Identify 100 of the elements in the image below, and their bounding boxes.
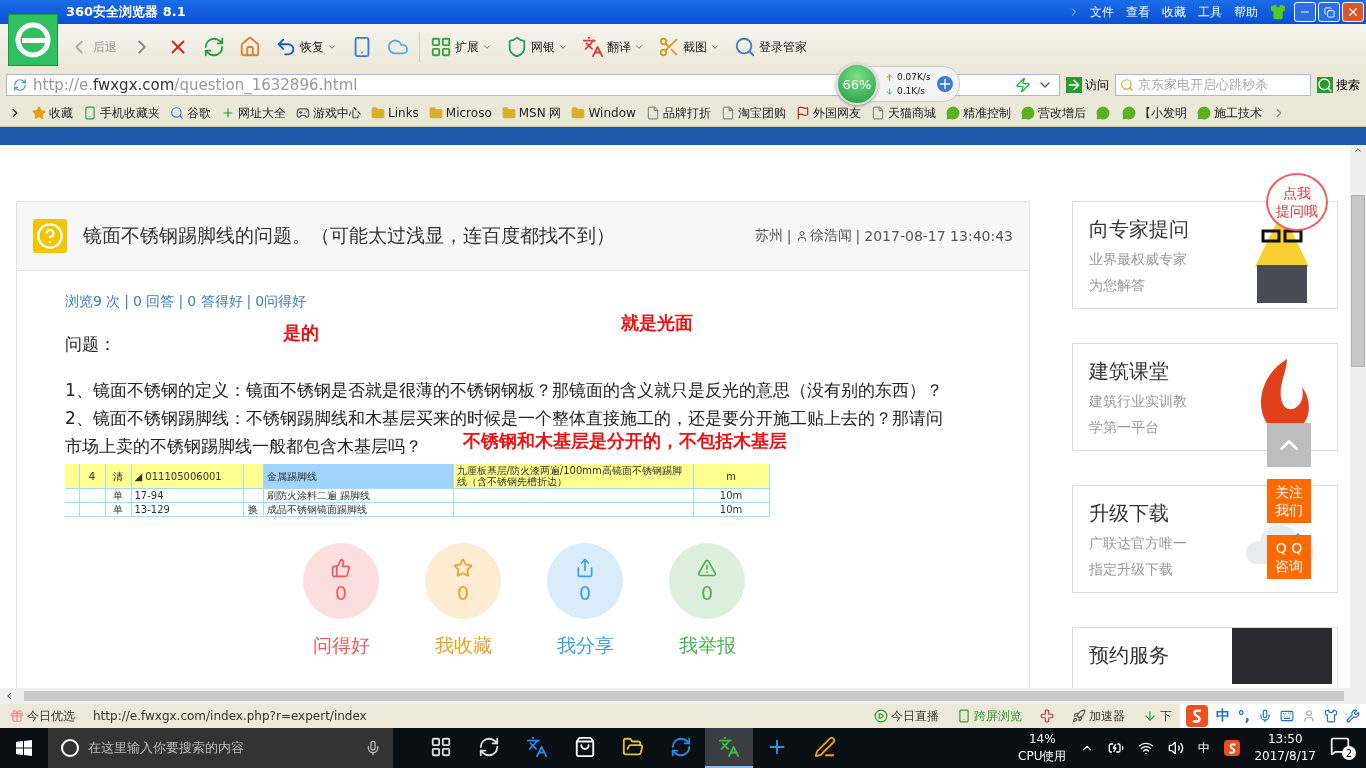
ime-language[interactable]: 中 bbox=[1215, 707, 1230, 725]
bank-button[interactable]: 网银 bbox=[502, 34, 572, 60]
translate-button[interactable]: 翻译 bbox=[578, 34, 648, 60]
scroll-left-icon[interactable] bbox=[4, 691, 14, 701]
sidebar-card-text: 广联达官方唯一 bbox=[1089, 534, 1188, 553]
minimize-button[interactable] bbox=[1294, 2, 1316, 22]
stat-link[interactable]: 0 回答 bbox=[133, 293, 175, 311]
shield-icon bbox=[506, 36, 528, 58]
shirt-icon[interactable] bbox=[1324, 709, 1338, 723]
bookmark-link[interactable]: 施工技术 bbox=[1196, 104, 1262, 122]
question-label: 问题： bbox=[65, 333, 116, 356]
bookmark-link[interactable]: 游戏中心 bbox=[296, 104, 361, 122]
go-button[interactable]: 访问 bbox=[1066, 76, 1109, 94]
bolt-icon[interactable] bbox=[1015, 77, 1031, 93]
annotation-text: 是的 bbox=[283, 321, 319, 345]
ime-punctuation[interactable]: °, bbox=[1237, 708, 1250, 724]
action-label: 问得好 bbox=[312, 633, 370, 658]
volume-icon[interactable] bbox=[1168, 740, 1185, 756]
plus-icon[interactable] bbox=[936, 76, 953, 92]
bookmark-link[interactable]: 营改增后 bbox=[1020, 104, 1086, 122]
taskbar-search-field[interactable]: 在这里输入你要搜索的内容 bbox=[48, 728, 393, 768]
battery-icon[interactable] bbox=[1108, 740, 1125, 756]
menu-item[interactable]: 查看 bbox=[1126, 3, 1150, 21]
today-picks-link[interactable]: 今日优选 bbox=[10, 707, 75, 725]
question-text: 1、镜面不锈钢的定义：镜面不锈钢是否就是很薄的不锈钢钢板？那镜面的含义就只是反光的意思（没有别的东西）？ bbox=[65, 379, 943, 402]
phone-icon bbox=[956, 709, 971, 723]
shirt-icon[interactable] bbox=[1270, 4, 1286, 20]
bookmark-link[interactable]: MSN 网 bbox=[501, 104, 562, 122]
separator: | bbox=[246, 293, 252, 311]
restore-window-button[interactable] bbox=[1318, 2, 1340, 22]
status-url: http://e.fwxgx.com/index.php?r=expert/index bbox=[93, 709, 368, 723]
chat-icon bbox=[1020, 106, 1035, 120]
phone-icon bbox=[83, 106, 97, 120]
horizontal-scrollbar[interactable] bbox=[0, 688, 1366, 704]
bag-icon bbox=[574, 736, 596, 758]
thumbs-up-icon bbox=[331, 558, 351, 578]
question-time: 2017-08-17 13:40:43 bbox=[864, 228, 1013, 244]
flag-icon bbox=[795, 106, 810, 120]
bookmark-link[interactable]: Window bbox=[571, 106, 636, 120]
microphone-icon[interactable] bbox=[365, 740, 381, 756]
login-button[interactable]: 登录管家 bbox=[730, 34, 811, 60]
scroll-up-icon[interactable] bbox=[1353, 145, 1363, 155]
keyboard-icon[interactable] bbox=[1280, 709, 1294, 723]
bookmark-link[interactable]: 谷歌 bbox=[170, 104, 211, 122]
table-cell: m bbox=[693, 464, 769, 489]
notification-button[interactable]: 2 bbox=[1330, 736, 1356, 760]
menu-item[interactable]: 工具 bbox=[1198, 3, 1222, 21]
bookmark-link[interactable]: 【小发明 bbox=[1095, 104, 1187, 122]
folder-icon bbox=[501, 106, 516, 120]
plus-icon bbox=[221, 106, 235, 120]
wrench-icon[interactable] bbox=[1346, 709, 1360, 723]
speech-bubble[interactable]: 点我 提问哦 bbox=[1266, 173, 1328, 231]
ime-button[interactable] bbox=[1224, 740, 1241, 756]
undo-icon bbox=[275, 36, 297, 58]
arrow-down-icon bbox=[885, 86, 894, 96]
vertical-scrollbar[interactable] bbox=[1350, 145, 1366, 688]
sidebar-card[interactable]: 预约服务 bbox=[1072, 627, 1338, 688]
bookmark-link[interactable]: 收藏 bbox=[32, 104, 73, 122]
live-link[interactable]: 今日直播 bbox=[873, 707, 939, 725]
bookmark-link[interactable]: 天猫商城 bbox=[870, 104, 936, 122]
microphone-icon[interactable] bbox=[1258, 709, 1272, 723]
menu-item[interactable]: 收藏 bbox=[1162, 3, 1186, 21]
sidebar-card-title: 建筑课堂 bbox=[1089, 358, 1170, 385]
screenshot-button[interactable]: 截图 bbox=[654, 34, 724, 60]
notepad-icon bbox=[814, 736, 836, 758]
bookmark-link[interactable]: 品牌打折 bbox=[645, 104, 711, 122]
wifi-icon[interactable] bbox=[1138, 740, 1155, 756]
bookmark-link[interactable]: 淘宝团购 bbox=[720, 104, 786, 122]
sidebar-card-title: 升级下载 bbox=[1089, 500, 1170, 527]
star-icon bbox=[32, 106, 46, 120]
menu-item[interactable]: 帮助 bbox=[1234, 3, 1258, 21]
search-icon bbox=[1120, 78, 1134, 92]
medical-button[interactable] bbox=[1039, 709, 1054, 723]
sidebar-card-text: 业界最权威专家 bbox=[1089, 250, 1188, 269]
action-label: 我分享 bbox=[556, 633, 614, 658]
search-button[interactable]: 搜索 bbox=[1317, 76, 1360, 94]
menu-item[interactable]: 文件 bbox=[1090, 3, 1114, 21]
close-button[interactable] bbox=[1342, 2, 1364, 22]
bookmark-link[interactable]: Links bbox=[371, 106, 419, 120]
bookmark-link[interactable]: 网址大全 bbox=[221, 104, 286, 122]
stat-link[interactable]: 0问得好 bbox=[255, 293, 307, 311]
rocket-icon bbox=[1071, 709, 1086, 723]
bookmark-link[interactable]: 外国网友 bbox=[795, 104, 861, 122]
stat-link[interactable]: 浏览9 次 bbox=[65, 293, 121, 311]
chat-icon bbox=[1095, 106, 1110, 120]
restore-button[interactable]: 恢复 bbox=[271, 34, 341, 60]
folder-icon bbox=[571, 106, 586, 120]
accelerator-link[interactable]: 加速器 bbox=[1071, 707, 1125, 725]
stat-link[interactable]: 0 答得好 bbox=[187, 293, 243, 311]
input-language[interactable]: 中 bbox=[1198, 739, 1211, 757]
browser-logo[interactable] bbox=[8, 14, 58, 66]
folder-icon bbox=[428, 106, 443, 120]
arrow-right-icon bbox=[1066, 77, 1082, 93]
bookmark-link[interactable]: Microso bbox=[428, 106, 492, 120]
bookmark-link[interactable]: 手机收藏夹 bbox=[83, 104, 160, 122]
bookmark-link[interactable]: 精准控制 bbox=[945, 104, 1011, 122]
download-link[interactable]: 下 bbox=[1142, 707, 1172, 725]
clock[interactable]: 13:50 2017/8/17 bbox=[1254, 731, 1316, 765]
search-icon bbox=[170, 106, 184, 120]
extend-button[interactable]: 扩展 bbox=[426, 34, 496, 60]
